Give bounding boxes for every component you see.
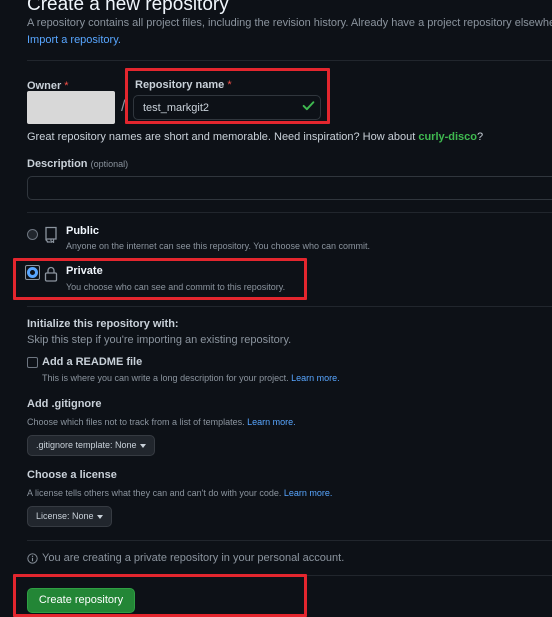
- owner-select[interactable]: [27, 91, 115, 124]
- page-intro: A repository contains all project files,…: [27, 17, 552, 29]
- caret-down-icon: [139, 443, 146, 448]
- description-label: Description (optional): [27, 158, 128, 170]
- license-dropdown[interactable]: License: None: [27, 506, 112, 527]
- gitignore-learn-more-link[interactable]: Learn more.: [247, 417, 296, 427]
- info-icon: [27, 553, 38, 564]
- license-desc: A license tells others what they can and…: [27, 488, 332, 498]
- description-input[interactable]: [27, 176, 552, 200]
- license-dropdown-label: License: None: [36, 511, 94, 521]
- lock-icon: [44, 266, 58, 282]
- notice-divider: [27, 540, 552, 541]
- gitignore-desc: Choose which files not to track from a l…: [27, 417, 296, 427]
- private-notice: You are creating a private repository in…: [42, 552, 345, 564]
- caret-down-icon: [96, 514, 103, 519]
- name-suggestion[interactable]: curly-disco: [418, 131, 477, 143]
- private-radio[interactable]: [27, 267, 38, 278]
- repo-name-input[interactable]: [133, 95, 321, 120]
- license-learn-more-link[interactable]: Learn more.: [284, 488, 333, 498]
- visibility-divider: [27, 212, 552, 213]
- owner-repo-separator: /: [121, 98, 126, 115]
- submit-divider: [27, 575, 552, 576]
- create-repository-button[interactable]: Create repository: [27, 588, 135, 613]
- private-radio-focus-ring[interactable]: [25, 265, 40, 280]
- public-radio[interactable]: [27, 229, 38, 240]
- private-title: Private: [66, 265, 103, 277]
- license-desc-text: A license tells others what they can and…: [27, 488, 282, 498]
- repo-book-icon: [45, 226, 57, 243]
- gitignore-title: Add .gitignore: [27, 398, 102, 410]
- init-divider: [27, 306, 552, 307]
- readme-desc-text: This is where you can write a long descr…: [42, 373, 289, 383]
- public-desc: Anyone on the internet can see this repo…: [66, 241, 371, 251]
- init-subtitle: Skip this step if you're importing an ex…: [27, 334, 292, 346]
- gitignore-desc-text: Choose which files not to track from a l…: [27, 417, 245, 427]
- import-repository-link[interactable]: Import a repository.: [27, 34, 121, 46]
- repo-name-required-mark: *: [227, 79, 232, 91]
- page-title: Create a new repository: [27, 0, 229, 15]
- name-hint-text: Great repository names are short and mem…: [27, 131, 416, 143]
- name-hint: Great repository names are short and mem…: [27, 131, 483, 143]
- gitignore-template-dropdown[interactable]: .gitignore template: None: [27, 435, 155, 456]
- repo-name-label: Repository name *: [135, 79, 232, 91]
- gitignore-template-label: .gitignore template: None: [36, 440, 137, 450]
- readme-desc: This is where you can write a long descr…: [42, 373, 340, 383]
- description-optional: (optional): [90, 159, 129, 169]
- readme-learn-more-link[interactable]: Learn more.: [291, 373, 340, 383]
- header-divider: [27, 60, 552, 61]
- name-hint-end: ?: [477, 131, 484, 143]
- repo-name-label-text: Repository name: [135, 79, 225, 91]
- readme-checkbox[interactable]: [27, 357, 38, 368]
- valid-check-icon: [302, 101, 315, 111]
- public-title: Public: [66, 225, 100, 237]
- description-label-text: Description: [27, 158, 88, 170]
- private-desc: You choose who can see and commit to thi…: [66, 282, 286, 292]
- readme-label[interactable]: Add a README file: [42, 356, 142, 368]
- init-title: Initialize this repository with:: [27, 318, 179, 330]
- license-title: Choose a license: [27, 469, 117, 481]
